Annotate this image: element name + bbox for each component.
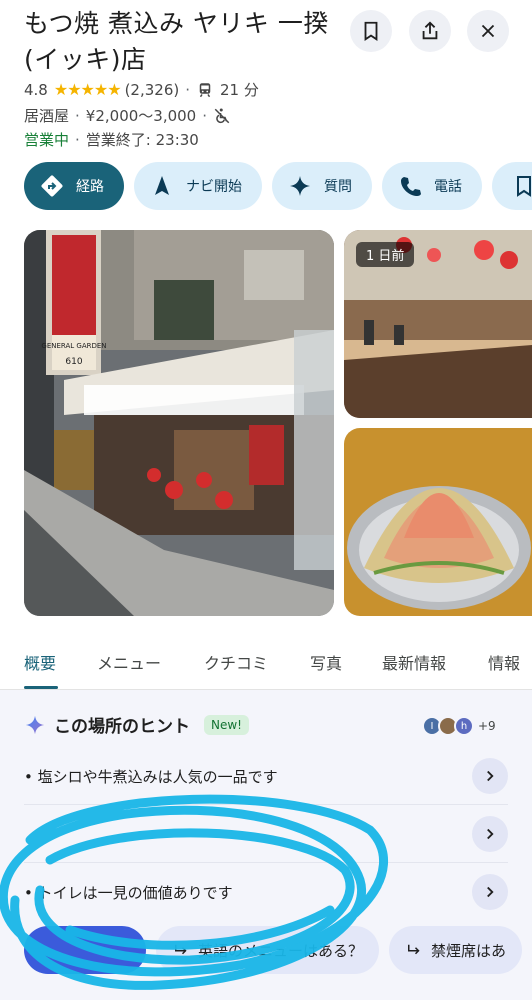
storefront-sign-text: GENERAL GARDEN xyxy=(41,342,106,350)
hint-item[interactable] xyxy=(24,814,508,854)
contributor-avatars[interactable]: I h +9 xyxy=(422,716,496,736)
chevron-right-icon[interactable] xyxy=(472,816,508,852)
train-icon xyxy=(199,82,211,97)
hours-row[interactable]: 営業中 · 営業終了: 23:30 xyxy=(24,129,199,150)
open-status: 営業中 xyxy=(24,131,70,149)
active-tab-indicator xyxy=(24,686,58,689)
tab-overview[interactable]: 概要 xyxy=(24,650,56,674)
action-bar: 経路 ナビ開始 質問 電話 xyxy=(24,162,532,210)
storefront-number: 610 xyxy=(65,357,82,367)
food-image xyxy=(344,428,532,616)
share-icon xyxy=(422,21,438,40)
no-wheelchair-icon xyxy=(214,108,230,123)
bookmark-icon xyxy=(517,176,531,197)
phone-icon xyxy=(401,177,421,196)
close-button[interactable] xyxy=(467,10,509,52)
directions-button[interactable]: 経路 xyxy=(24,162,124,210)
tab-updates[interactable]: 最新情報 xyxy=(382,650,446,674)
tab-info[interactable]: 情報 xyxy=(488,650,520,674)
navigation-icon xyxy=(155,176,169,195)
price-range: ¥2,000～3,000 xyxy=(85,107,197,125)
hint-text: • 塩シロや牛煮込みは人気の一品です xyxy=(24,767,278,786)
question-chip[interactable]: 英語のメニューはある？ xyxy=(156,926,380,974)
share-button[interactable] xyxy=(409,10,451,52)
hints-title: この場所のヒント xyxy=(54,717,190,737)
closing-time: 営業終了: 23:30 xyxy=(85,131,199,149)
sparkle-icon xyxy=(290,176,310,196)
tab-bar: 概要 メニュー クチコミ 写真 最新情報 情報 xyxy=(0,640,532,690)
divider xyxy=(24,804,508,805)
question-chip[interactable]: 禁煙席はあ xyxy=(389,926,523,974)
close-icon xyxy=(481,24,495,38)
ask-label: 質問 xyxy=(324,179,352,195)
photo-date-badge: 1 日前 xyxy=(356,242,415,267)
directions-label: 経路 xyxy=(76,179,104,195)
call-label: 電話 xyxy=(434,179,462,195)
navigation-label: ナビ開始 xyxy=(186,179,242,195)
rating-value: 4.8 xyxy=(24,80,48,99)
hint-item[interactable]: • 塩シロや牛煮込みは人気の一品です xyxy=(24,756,508,796)
storefront-image: GENERAL GARDEN 610 xyxy=(24,230,334,616)
question-chip[interactable] xyxy=(24,926,146,974)
transit-time: 21 分 xyxy=(220,81,259,99)
hints-header: この場所のヒント New! xyxy=(24,712,249,737)
category-row: 居酒屋 · ¥2,000～3,000 · xyxy=(24,105,231,126)
suggested-questions: 英語のメニューはある？ 禁煙席はあ xyxy=(24,926,523,974)
new-badge: New! xyxy=(204,714,249,735)
chevron-right-icon[interactable] xyxy=(472,758,508,794)
rating-row[interactable]: 4.8 ★★★★★ (2,326) · 21 分 xyxy=(24,79,259,100)
question-label: 英語のメニューはある？ xyxy=(198,941,364,960)
star-rating: ★★★★★ xyxy=(53,80,122,99)
divider xyxy=(24,862,508,863)
hint-item[interactable]: • トイレは一見の価値ありです xyxy=(24,872,508,912)
avatar: h xyxy=(454,716,474,736)
ask-button[interactable]: 質問 xyxy=(272,162,372,210)
more-contributors: +9 xyxy=(478,719,496,733)
bookmark-icon xyxy=(364,21,378,41)
place-title: もつ焼 煮込み ヤリキ 一揆(イッキ)店 xyxy=(24,9,329,74)
sparkle-icon xyxy=(25,715,45,734)
category: 居酒屋 xyxy=(24,107,70,125)
question-label: 禁煙席はあ xyxy=(431,941,507,960)
hint-text: • トイレは一見の価値ありです xyxy=(24,883,233,902)
directions-icon xyxy=(41,175,63,197)
save-chip-button[interactable] xyxy=(492,162,532,210)
tab-photos[interactable]: 写真 xyxy=(310,650,342,674)
navigation-button[interactable]: ナビ開始 xyxy=(134,162,262,210)
tab-reviews[interactable]: クチコミ xyxy=(204,650,268,674)
review-count: (2,326) xyxy=(124,80,180,99)
interior-photo[interactable]: 1 日前 xyxy=(344,230,532,418)
tab-menu[interactable]: メニュー xyxy=(97,650,161,674)
food-photo[interactable] xyxy=(344,428,532,616)
arrow-icon xyxy=(408,944,420,955)
chevron-right-icon[interactable] xyxy=(472,874,508,910)
arrow-icon xyxy=(175,944,187,955)
save-button[interactable] xyxy=(350,10,392,52)
call-button[interactable]: 電話 xyxy=(382,162,482,210)
storefront-photo[interactable]: GENERAL GARDEN 610 xyxy=(24,230,334,616)
